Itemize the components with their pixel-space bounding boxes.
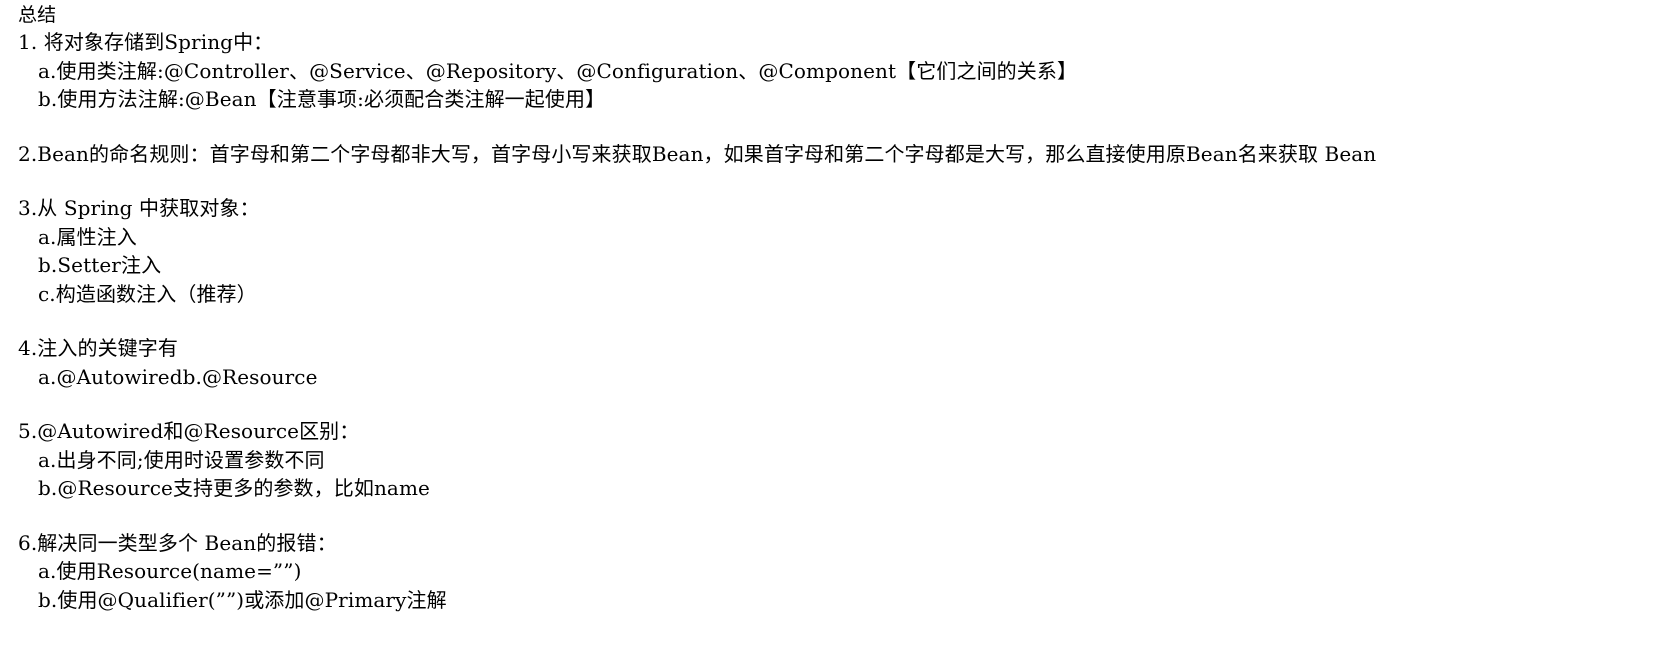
section-6-heading: 6.解决同一类型多个 Bean的报错：: [18, 530, 337, 555]
section-6: 6.解决同一类型多个 Bean的报错： a.使用Resource(name=””…: [0, 529, 1673, 615]
section-1-item-b: b.使用方法注解:@Bean【注意事项:必须配合类注解一起使用】: [38, 87, 606, 111]
section-3-item-a: a.属性注入: [38, 224, 137, 249]
section-4-heading: 4.注入的关键字有: [18, 336, 178, 360]
section-6-item-a: a.使用Resource(name=””): [38, 559, 302, 583]
section-1-item-a: a.使用类注解:@Controller、@Service、@Repository…: [38, 58, 1078, 83]
section-2: 2.Bean的命名规则：首字母和第二个字母都非大写，首字母小写来获取Bean，如…: [0, 140, 1673, 169]
section-divider-5: [0, 503, 1673, 529]
section-5-item-a: a.出身不同;使用时设置参数不同: [38, 447, 325, 472]
section-3-heading: 3.从 Spring 中获取对象：: [18, 196, 260, 220]
section-3: 3.从 Spring 中获取对象： a.属性注入 b.Setter注入 c.构造…: [0, 194, 1673, 308]
section-1-heading: 1. 将对象存储到Spring中：: [18, 30, 274, 54]
section-5-heading: 5.@Autowired和@Resource区别：: [18, 419, 360, 443]
section-3-item-c: c.构造函数注入（推荐）: [38, 281, 257, 306]
section-divider-1: [0, 114, 1673, 140]
section-4-item-a: a.@Autowiredb.@Resource: [38, 364, 318, 389]
section-divider-2: [0, 168, 1673, 194]
section-5: 5.@Autowired和@Resource区别： a.出身不同;使用时设置参数…: [0, 417, 1673, 503]
section-1: 1. 将对象存储到Spring中： a.使用类注解:@Controller、@S…: [0, 28, 1673, 114]
section-divider-4: [0, 391, 1673, 417]
summary-document: 总结 1. 将对象存储到Spring中： a.使用类注解:@Controller…: [0, 0, 1673, 614]
section-4: 4.注入的关键字有 a.@Autowiredb.@Resource: [0, 334, 1673, 391]
section-3-item-b: b.Setter注入: [38, 253, 162, 277]
section-2-heading: 2.Bean的命名规则：首字母和第二个字母都非大写，首字母小写来获取Bean，如…: [18, 141, 1377, 166]
section-divider-3: [0, 308, 1673, 334]
page-title: 总结: [18, 4, 57, 26]
section-5-item-b: b.@Resource支持更多的参数，比如name: [38, 476, 430, 500]
section-6-item-b: b.使用@Qualifier(””)或添加@Primary注解: [38, 587, 447, 612]
